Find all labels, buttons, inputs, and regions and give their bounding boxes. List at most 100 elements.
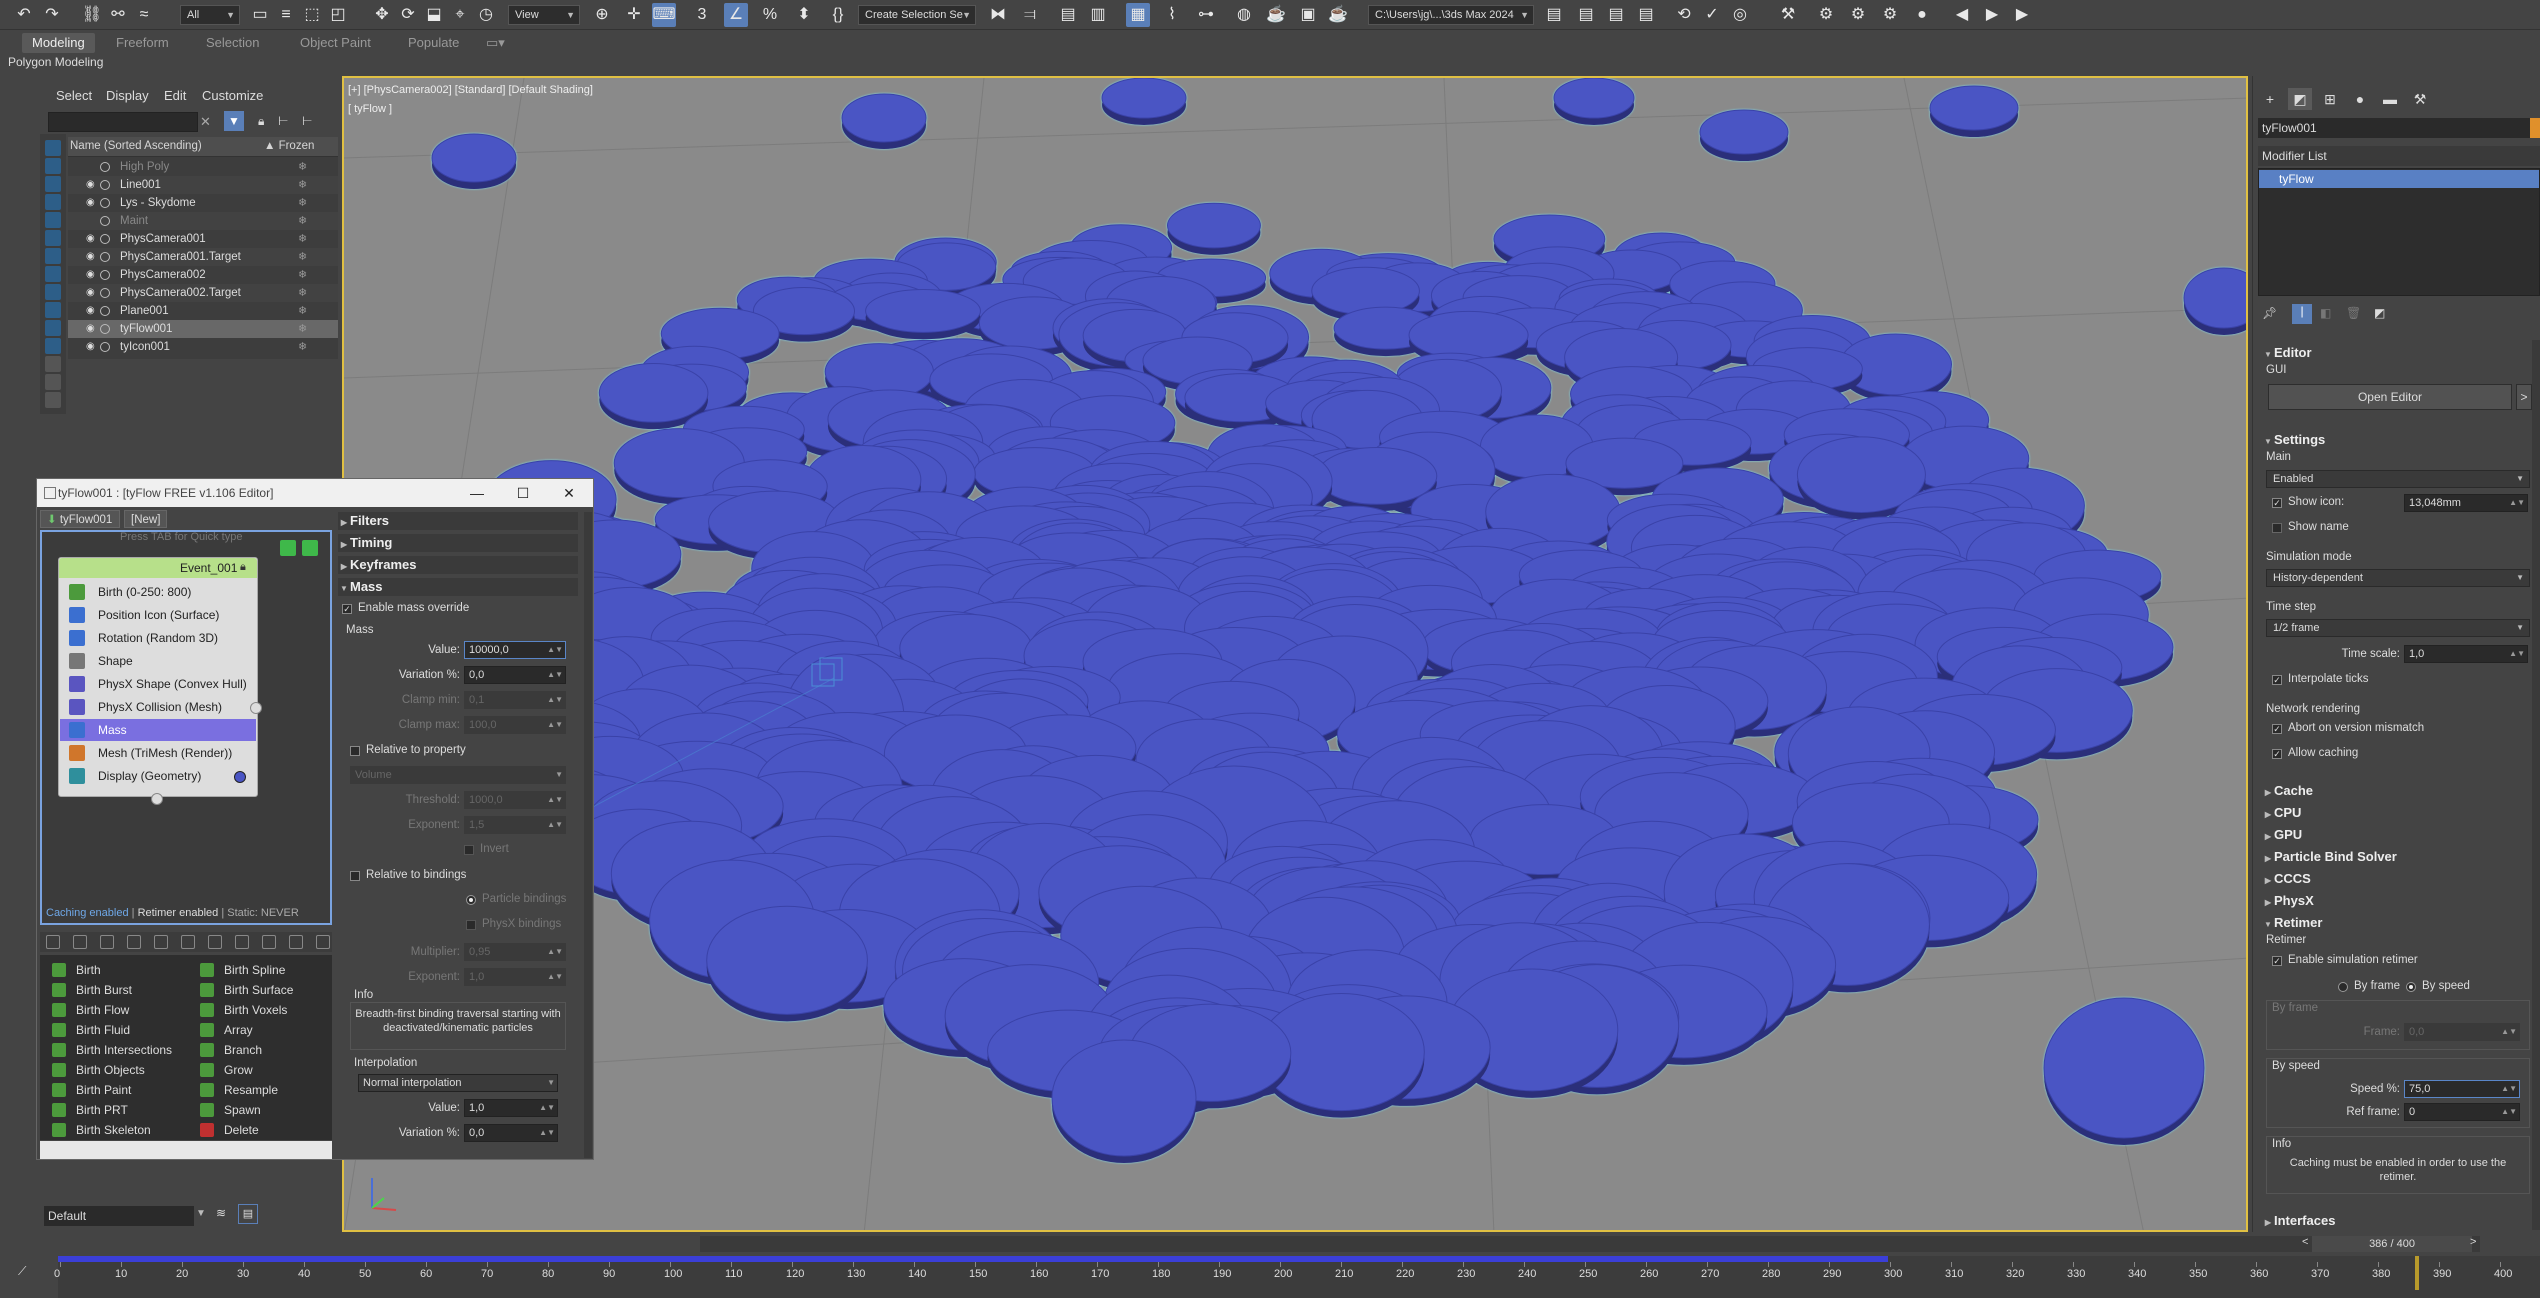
exponent2-spinner[interactable]: 1,0 ▲▼: [464, 968, 566, 986]
abort-version-checkbox[interactable]: ✓: [2272, 724, 2282, 734]
palette-mesh-icon[interactable]: [181, 935, 195, 949]
freeze-icon[interactable]: ❄: [298, 302, 307, 320]
current-frame-marker[interactable]: [2414, 1256, 2419, 1290]
show-icon-size-spinner[interactable]: 13,048mm ▲▼: [2404, 494, 2528, 512]
interp-variation-spinner[interactable]: 0,0 ▲▼: [464, 1124, 558, 1142]
speed-spinner[interactable]: 75,0 ▲▼: [2404, 1080, 2520, 1098]
cameras-filter-icon[interactable]: [45, 248, 61, 264]
time-slider-thumb[interactable]: 386 / 400: [2312, 1236, 2472, 1252]
select-object-icon[interactable]: ▭: [248, 3, 272, 27]
palette-spline-icon[interactable]: [208, 935, 222, 949]
interp-value-spinner[interactable]: 1,0 ▲▼: [464, 1099, 558, 1117]
placement-icon[interactable]: ◷: [474, 3, 498, 27]
palette-operator[interactable]: Branch: [200, 1040, 262, 1060]
scene-row[interactable]: ◉ PhysCamera002.Target ❄: [68, 284, 338, 302]
sync-icon[interactable]: ⟲: [1672, 3, 1696, 27]
visibility-eye-icon[interactable]: ◉: [86, 284, 95, 302]
tool-f-icon[interactable]: ▶: [1980, 3, 2004, 27]
display-all-icon[interactable]: [45, 158, 61, 174]
threshold-spinner[interactable]: 1000,0 ▲▼: [464, 791, 566, 809]
palette-operator[interactable]: Birth Surface: [200, 980, 293, 1000]
material-editor-icon[interactable]: ◍: [1232, 3, 1256, 27]
modifier-list-dropdown[interactable]: Modifier List: [2258, 146, 2540, 166]
scene-row[interactable]: ◉ PhysCamera001.Target ❄: [68, 248, 338, 266]
palette-operator[interactable]: Birth: [52, 960, 101, 980]
rollout-gpu[interactable]: ▶ GPU: [2262, 826, 2540, 844]
select-manipulate-icon[interactable]: ✛: [622, 3, 646, 27]
tool-g-icon[interactable]: ▶: [2010, 3, 2034, 27]
freeze-icon[interactable]: ❄: [298, 284, 307, 302]
particle-bindings-radio[interactable]: [466, 895, 476, 905]
open-folder-icon[interactable]: ▤: [1574, 3, 1598, 27]
scene-row[interactable]: High Poly ❄: [68, 158, 338, 176]
rollout-keyframes[interactable]: ▶ Keyframes: [338, 556, 578, 574]
palette-operator[interactable]: Birth Burst: [52, 980, 132, 1000]
rollout-retimer[interactable]: ▼ Retimer: [2262, 914, 2540, 932]
rollout-mass[interactable]: ▼ Mass: [338, 578, 578, 596]
time-slider-track[interactable]: [700, 1236, 2480, 1252]
tool-b-icon[interactable]: ⚙: [1846, 3, 1870, 27]
project-settings-icon[interactable]: ▤: [1634, 3, 1658, 27]
palette-ops-icon[interactable]: [100, 935, 114, 949]
freeze-icon[interactable]: ❄: [298, 266, 307, 284]
mass-value-spinner[interactable]: 10000,0 ▲▼: [464, 641, 566, 659]
clear-search-icon[interactable]: ✕: [200, 114, 211, 130]
event-input-socket[interactable]: [151, 793, 163, 805]
rollout-cccs[interactable]: ▶ CCCS: [2262, 870, 2540, 888]
rollout-cache[interactable]: ▶ Cache: [2262, 782, 2540, 800]
ref-frame-spinner[interactable]: 0 ▲▼: [2404, 1103, 2520, 1121]
show-icon-checkbox[interactable]: ✓: [2272, 498, 2282, 508]
relative-to-bindings-checkbox[interactable]: [350, 871, 360, 881]
maximize-button[interactable]: ☐: [500, 479, 546, 507]
interpolation-dropdown[interactable]: Normal interpolation ▼: [358, 1074, 558, 1092]
visibility-eye-icon[interactable]: ◉: [86, 248, 95, 266]
col-frozen-header[interactable]: ▲ Frozen: [264, 140, 314, 152]
scene-row[interactable]: ◉ PhysCamera002 ❄: [68, 266, 338, 284]
visibility-eye-icon[interactable]: ◉: [86, 302, 95, 320]
palette-event-icon[interactable]: [262, 935, 276, 949]
enabled-dropdown[interactable]: Enabled ▼: [2266, 470, 2530, 488]
select-by-name-icon[interactable]: ≡: [274, 3, 298, 27]
select-move-icon[interactable]: ✥: [370, 3, 394, 27]
motion-tab-icon[interactable]: ●: [2348, 88, 2372, 110]
toggle-layer-explorer-icon[interactable]: ▥: [1086, 3, 1110, 27]
cache-indicator-icon[interactable]: [280, 540, 296, 556]
named-selection-dropdown[interactable]: Create Selection Se ▼: [858, 5, 976, 25]
clamp-max-spinner[interactable]: 100,0 ▲▼: [464, 716, 566, 734]
ribbon-tab-selection[interactable]: Selection: [196, 33, 269, 53]
rollout-editor[interactable]: ▼ Editor: [2262, 344, 2540, 362]
spinner-snap-icon[interactable]: ⬍: [792, 3, 816, 27]
show-name-checkbox[interactable]: [2272, 523, 2282, 533]
relative-to-property-checkbox[interactable]: [350, 746, 360, 756]
check-icon[interactable]: ✓: [1700, 3, 1724, 27]
spacewarps-filter-icon[interactable]: [45, 284, 61, 300]
hierarchy-icon[interactable]: ⊢: [278, 114, 288, 128]
close-button[interactable]: ✕: [546, 479, 592, 507]
palette-operator[interactable]: Grow: [200, 1060, 253, 1080]
edit-named-selection-icon[interactable]: {}: [826, 3, 850, 27]
operator-item[interactable]: Mesh (TriMesh (Render)): [60, 742, 256, 764]
time-slider-prev-icon[interactable]: <: [2302, 1236, 2308, 1248]
layer-explorer-icon[interactable]: ▤: [238, 1204, 258, 1224]
render-frame-icon[interactable]: ▣: [1296, 3, 1320, 27]
remove-modifier-icon[interactable]: 🗑︎: [2346, 306, 2361, 320]
unlink-icon[interactable]: ⚯: [106, 3, 130, 27]
freeze-icon[interactable]: ❄: [298, 158, 307, 176]
freeze-icon[interactable]: ❄: [298, 176, 307, 194]
scene-row[interactable]: ◉ Plane001 ❄: [68, 302, 338, 320]
frozen-filter-icon[interactable]: [45, 356, 61, 372]
lights-filter-icon[interactable]: [45, 230, 61, 246]
palette-delete-icon[interactable]: [127, 935, 141, 949]
visibility-eye-icon[interactable]: ◉: [86, 176, 95, 194]
invert-checkbox[interactable]: [464, 845, 474, 855]
rollout-interfaces[interactable]: ▶ Interfaces: [2262, 1212, 2540, 1230]
helpers-filter-icon[interactable]: [45, 266, 61, 282]
scene-row[interactable]: ◉ Line001 ❄: [68, 176, 338, 194]
col-name-header[interactable]: Name (Sorted Ascending): [70, 140, 202, 152]
open-editor-button[interactable]: Open Editor: [2268, 384, 2512, 410]
bones-filter-icon[interactable]: [45, 338, 61, 354]
selection-filter-dropdown[interactable]: All ▼: [180, 5, 240, 25]
layer-stack-icon[interactable]: ≋: [216, 1206, 226, 1220]
display-tab-icon[interactable]: ▬: [2378, 88, 2402, 110]
select-scale-icon[interactable]: ⬓: [422, 3, 446, 27]
